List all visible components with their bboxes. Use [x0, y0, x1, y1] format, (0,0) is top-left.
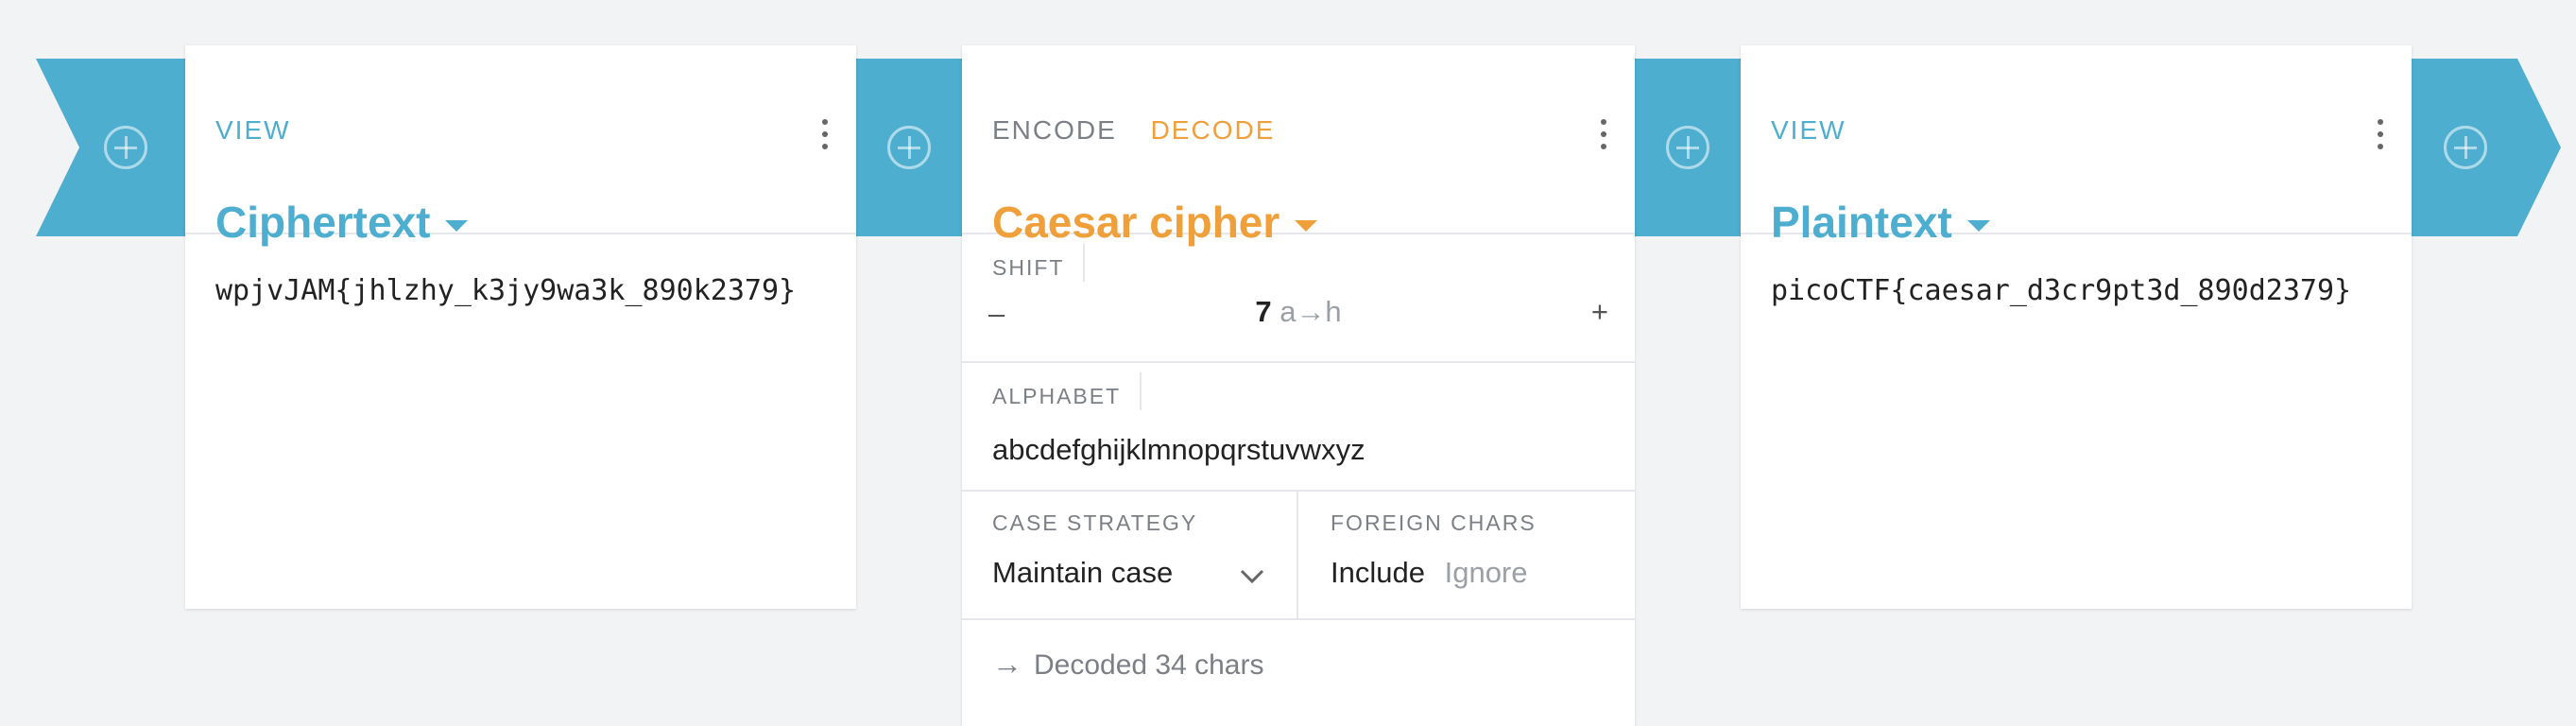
- shift-setting: SHIFT – 7 a→h +: [962, 234, 1635, 363]
- tab-view[interactable]: VIEW: [1771, 115, 1846, 145]
- caesar-operation-card: ENCODE DECODE Caesar cipher SHIFT – 7 a→…: [962, 45, 1635, 726]
- foreign-chars-label: FOREIGN CHARS: [1331, 510, 1537, 535]
- shift-increment-button[interactable]: +: [1591, 295, 1608, 329]
- view-format-selector[interactable]: Ciphertext: [215, 197, 469, 248]
- tab-encode[interactable]: ENCODE: [992, 115, 1117, 145]
- alphabet-setting: ALPHABET abcdefghijklmnopqrstuvwxyz: [962, 363, 1635, 492]
- shift-label: SHIFT: [992, 255, 1065, 280]
- pipeline-connector-end: [2412, 59, 2561, 236]
- status-text: Decoded 34 chars: [1034, 649, 1264, 681]
- chevron-down-icon: [1240, 569, 1264, 584]
- caret-down-icon: [445, 219, 469, 232]
- add-step-icon[interactable]: [2444, 126, 2487, 169]
- more-options-icon[interactable]: [2378, 119, 2383, 156]
- view-title: Ciphertext: [215, 198, 431, 247]
- more-options-icon[interactable]: [822, 119, 828, 156]
- alphabet-input[interactable]: abcdefghijklmnopqrstuvwxyz: [992, 433, 1365, 467]
- caret-down-icon: [1295, 219, 1318, 232]
- pipeline-connector-1: [856, 59, 962, 236]
- arrow-right-icon: →: [992, 647, 1022, 681]
- ciphertext-content[interactable]: wpjvJAM{jhlzhy_k3jy9wa3k_890k2379}: [215, 274, 796, 307]
- plaintext-content[interactable]: picoCTF{caesar_d3cr9pt3d_890d2379}: [1771, 274, 2351, 307]
- case-strategy-label: CASE STRATEGY: [992, 510, 1198, 535]
- shift-mapping: a→h: [1279, 295, 1342, 328]
- shift-value[interactable]: 7: [1255, 295, 1271, 328]
- caret-down-icon: [1966, 219, 1990, 232]
- add-step-icon[interactable]: [104, 126, 147, 169]
- pipeline-connector-2: [1635, 59, 1741, 236]
- case-strategy-value: Maintain case: [992, 556, 1174, 589]
- view-format-selector[interactable]: Plaintext: [1771, 197, 1990, 248]
- foreign-chars-ignore-option[interactable]: Ignore: [1445, 556, 1528, 589]
- view-title: Plaintext: [1771, 198, 1952, 247]
- add-step-icon[interactable]: [1666, 126, 1709, 169]
- tab-view[interactable]: VIEW: [215, 115, 291, 145]
- card-header: VIEW Plaintext: [1741, 45, 2412, 247]
- card-header: VIEW Ciphertext: [185, 45, 856, 247]
- case-strategy-select[interactable]: CASE STRATEGY Maintain case: [962, 492, 1298, 618]
- card-header: ENCODE DECODE Caesar cipher: [962, 45, 1635, 247]
- add-step-icon[interactable]: [887, 126, 931, 169]
- case-foreign-row: CASE STRATEGY Maintain case FOREIGN CHAR…: [962, 492, 1635, 620]
- foreign-chars-include-option[interactable]: Include: [1331, 556, 1425, 589]
- status-bar: → Decoded 34 chars: [992, 647, 1264, 682]
- pipeline-connector-start: [36, 59, 185, 236]
- alphabet-label: ALPHABET: [992, 384, 1122, 408]
- more-options-icon[interactable]: [1601, 119, 1606, 156]
- ciphertext-view-card: VIEW Ciphertext wpjvJAM{jhlzhy_k3jy9wa3k…: [185, 45, 856, 609]
- plaintext-view-card: VIEW Plaintext picoCTF{caesar_d3cr9pt3d_…: [1741, 45, 2412, 609]
- tab-decode[interactable]: DECODE: [1151, 115, 1276, 145]
